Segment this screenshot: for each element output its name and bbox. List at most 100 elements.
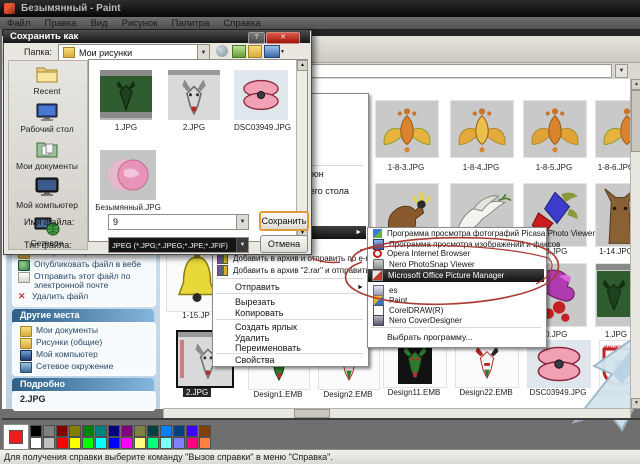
place-my-computer[interactable]: Мой компьютер	[14, 350, 154, 361]
dialog-thumb-2jpg[interactable]	[168, 70, 220, 120]
current-color-indicator[interactable]	[3, 424, 29, 450]
views-icon[interactable]	[264, 45, 280, 58]
chevron-down-icon[interactable]: ▼	[236, 238, 248, 252]
back-button-icon[interactable]	[216, 45, 228, 57]
grid-label[interactable]: 1-8-5.JPG	[523, 163, 585, 172]
other-places-header[interactable]: Другие места	[12, 309, 154, 322]
palette-color[interactable]	[186, 437, 198, 449]
openwith-choose-program[interactable]: Выбрать программу...	[387, 332, 472, 342]
palette-color[interactable]	[108, 437, 120, 449]
palette-color[interactable]	[147, 425, 159, 437]
thumb-lotus-3[interactable]	[523, 100, 587, 158]
palette-color[interactable]	[199, 425, 211, 437]
task-email-file[interactable]: Отправить этот файл по электронной почте	[12, 272, 156, 290]
thumb-selected-label[interactable]: 2.JPG	[183, 388, 212, 397]
menu-view[interactable]: Вид	[83, 18, 114, 29]
palette-color[interactable]	[30, 437, 42, 449]
context-item-create-shortcut[interactable]: Создать ярлык	[235, 322, 297, 332]
scrollbar-thumb[interactable]	[294, 409, 330, 418]
dialog-file-label[interactable]: 2.JPG	[168, 123, 220, 132]
dialog-close-button[interactable]: ✕	[266, 32, 300, 44]
palette-color[interactable]	[56, 425, 68, 437]
grid-label[interactable]: 1-8-4.JPG	[450, 163, 512, 172]
palette-color[interactable]	[173, 437, 185, 449]
menu-file[interactable]: Файл	[0, 18, 37, 29]
palette-color[interactable]	[134, 425, 146, 437]
dialog-help-button[interactable]: ?	[248, 32, 265, 44]
palette-color[interactable]	[69, 425, 81, 437]
openwith-ms-picture-manager[interactable]: Microsoft Office Picture Manager	[368, 269, 544, 282]
chevron-down-icon[interactable]: ▼	[236, 215, 248, 229]
menu-palette[interactable]: Палитра	[164, 18, 216, 29]
palette-color[interactable]	[121, 425, 133, 437]
palette-color[interactable]	[95, 437, 107, 449]
up-folder-icon[interactable]	[232, 45, 246, 58]
filetype-combobox[interactable]: JPEG (*.JPG;*.JPEG;*.JPE;*.JFIF) ▼	[108, 237, 249, 253]
grid-label[interactable]: 1-8-3.JPG	[375, 163, 437, 172]
thumb-lotus-2[interactable]	[450, 100, 514, 158]
place-network[interactable]: Сетевое окружение	[14, 362, 154, 373]
palette-color[interactable]	[186, 425, 198, 437]
openwith-nero-coverdesigner[interactable]: Nero CoverDesigner	[369, 315, 543, 326]
chevron-down-icon[interactable]: ▼	[197, 45, 209, 60]
menu-edit[interactable]: Правка	[37, 18, 83, 29]
openwith-opera[interactable]: Opera Internet Browser	[369, 249, 543, 258]
explorer-vertical-scrollbar[interactable]: ▲ ▼	[630, 79, 640, 409]
context-item-copy[interactable]: Копировать	[235, 308, 283, 318]
menu-help[interactable]: Справка	[216, 18, 267, 29]
palette-color[interactable]	[199, 437, 211, 449]
palette-color[interactable]	[173, 425, 185, 437]
scrollbar-thumb[interactable]	[631, 90, 640, 152]
thumb-lotus-4[interactable]	[595, 100, 632, 158]
dialog-thumb-dsc[interactable]	[234, 70, 288, 120]
place-my-documents-dialog[interactable]: Мои документы	[9, 139, 85, 171]
palette-color[interactable]	[160, 437, 172, 449]
place-recent[interactable]: Recent	[9, 64, 85, 96]
palette-color[interactable]	[43, 425, 55, 437]
place-my-documents[interactable]: Мои документы	[14, 326, 154, 337]
place-desktop[interactable]: Рабочий стол	[9, 102, 85, 134]
palette-color[interactable]	[108, 425, 120, 437]
thumb-design2-label[interactable]: Design2.EMB	[318, 390, 378, 399]
palette-color[interactable]	[134, 437, 146, 449]
dialog-thumb-1jpg[interactable]	[100, 70, 152, 120]
scroll-up-icon[interactable]: ▲	[297, 60, 308, 71]
task-delete-file[interactable]: ✕ Удалить файл	[12, 292, 162, 301]
thumb-lotus-1[interactable]	[375, 100, 439, 158]
views-dropdown-icon[interactable]: ▼	[280, 49, 285, 55]
grid-label[interactable]: Design22.EMB	[455, 388, 517, 397]
address-dropdown-icon[interactable]: ▼	[615, 64, 628, 78]
context-item-archive-rar-email[interactable]: Добавить в архив "2.rar" и отправить по …	[213, 265, 405, 276]
context-item-cut[interactable]: Вырезать	[235, 297, 275, 307]
save-button[interactable]: Сохранить	[259, 211, 309, 231]
palette-color[interactable]	[30, 425, 42, 437]
thumb-design1-label[interactable]: Design1.EMB	[248, 390, 308, 399]
palette-color[interactable]	[56, 437, 68, 449]
menu-image[interactable]: Рисунок	[115, 18, 165, 29]
place-shared-pictures[interactable]: Рисунки (общие)	[14, 338, 154, 349]
dialog-file-label[interactable]: DSC03949.JPG	[234, 123, 291, 132]
thumb-horse[interactable]	[595, 183, 632, 247]
context-item-properties[interactable]: Свойства	[235, 355, 275, 365]
dialog-file-label[interactable]: Безымянный.JPG	[95, 203, 161, 212]
openwith-picasa[interactable]: Программа просмотра фотографий Picasa Ph…	[369, 229, 595, 238]
scroll-down-icon[interactable]: ▼	[631, 398, 640, 409]
context-item-send-to[interactable]: Отправить	[235, 282, 280, 292]
palette-color[interactable]	[69, 437, 81, 449]
dialog-file-label[interactable]: 1.JPG	[100, 123, 152, 132]
place-my-computer-dialog[interactable]: Мой компьютер	[9, 176, 85, 210]
palette-color[interactable]	[147, 437, 159, 449]
context-item-delete[interactable]: Удалить	[235, 333, 269, 343]
scroll-up-icon[interactable]: ▲	[631, 79, 640, 90]
palette-color[interactable]	[121, 437, 133, 449]
filename-input[interactable]: 9 ▼	[108, 214, 249, 230]
details-header[interactable]: Подробно	[12, 378, 154, 391]
palette-color[interactable]	[82, 437, 94, 449]
task-publish-file[interactable]: Опубликовать файл в вебе	[12, 260, 162, 271]
dialog-thumb-untitled[interactable]	[100, 150, 156, 200]
grid-label[interactable]: Design11.EMB	[383, 388, 445, 397]
palette-color[interactable]	[95, 425, 107, 437]
palette-color[interactable]	[43, 437, 55, 449]
context-item-fragment-1[interactable]: юн	[312, 169, 324, 179]
palette-color[interactable]	[82, 425, 94, 437]
